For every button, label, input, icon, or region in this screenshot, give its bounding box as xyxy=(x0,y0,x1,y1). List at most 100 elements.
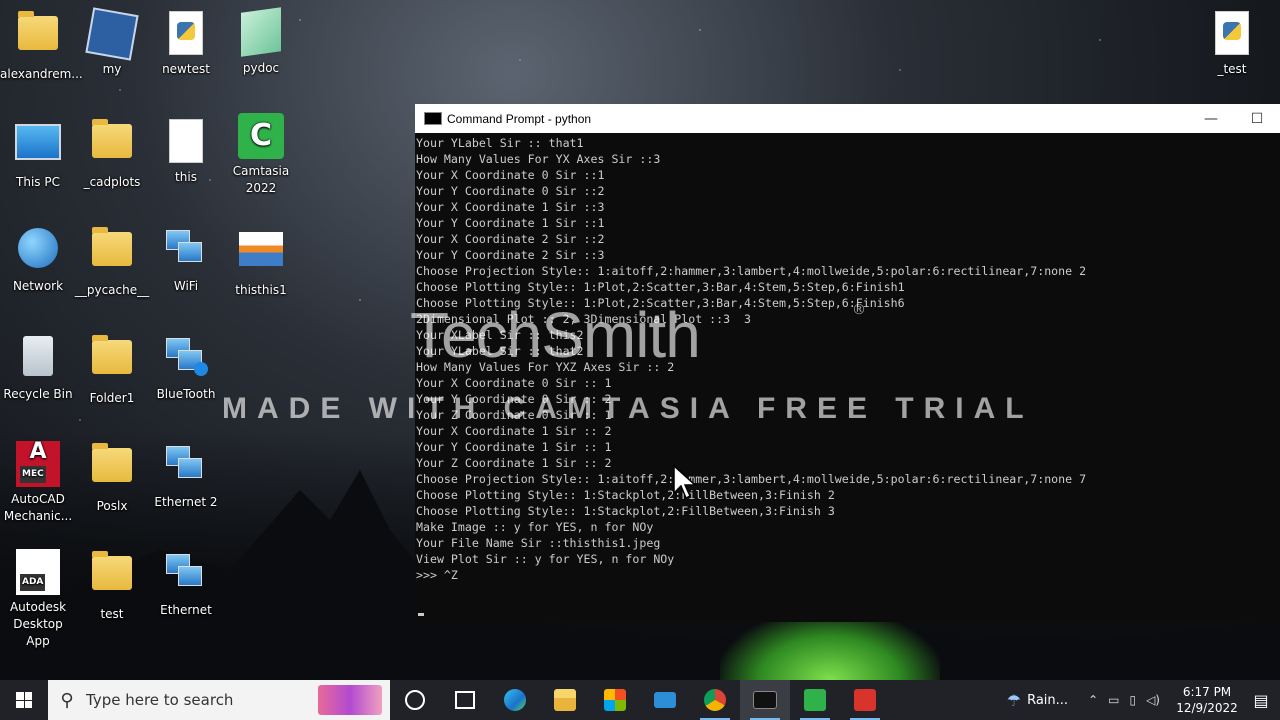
window-title-bar[interactable]: Command Prompt - python — ☐ xyxy=(415,104,1280,133)
desktop-icon-this[interactable]: this xyxy=(148,116,224,186)
desktop-icon-pycache[interactable]: __pycache__ xyxy=(74,224,150,299)
network-globe-icon xyxy=(18,228,58,268)
desktop-icon-cadplots[interactable]: _cadplots xyxy=(74,116,150,191)
autocad-icon: A MEC xyxy=(16,441,60,487)
taskbar-camtasia-recorder[interactable] xyxy=(840,680,890,720)
text-cursor xyxy=(418,613,424,616)
search-placeholder: Type here to search xyxy=(86,691,234,709)
desktop-icon-ethernet[interactable]: Ethernet xyxy=(148,548,224,619)
desktop-icon-label: _cadplots xyxy=(83,175,141,189)
desktop-icon-bluetooth[interactable]: BlueTooth xyxy=(148,332,224,403)
desktop-icon-recycle-bin[interactable]: Recycle Bin xyxy=(0,332,76,403)
network-ethernet-icon xyxy=(164,444,208,484)
volume-icon[interactable]: ◁) xyxy=(1146,693,1160,707)
desktop-icon-label: Recycle Bin xyxy=(3,387,73,401)
taskbar-command-prompt[interactable] xyxy=(740,680,790,720)
console-line: Choose Plotting Style:: 1:Stackplot,2:Fi… xyxy=(416,504,835,518)
console-line: How Many Values For YX Axes Sir ::3 xyxy=(416,152,661,166)
search-icon: ⚲ xyxy=(60,689,74,711)
console-line: Your Y Coordinate 2 Sir ::3 xyxy=(416,248,605,262)
wallpaper-tent-glow xyxy=(720,612,940,680)
recycle-bin-icon xyxy=(23,336,53,376)
computer-icon xyxy=(15,124,61,160)
taskbar-search-box[interactable]: ⚲ Type here to search xyxy=(48,680,390,720)
start-button[interactable] xyxy=(0,680,48,720)
network-wifi-icon xyxy=(164,228,208,268)
console-line: Make Image :: y for YES, n for NOy xyxy=(416,520,654,534)
desktop-icon-thisthis1[interactable]: thisthis1 xyxy=(223,224,299,299)
desktop-icon-label: __pycache__ xyxy=(74,283,150,297)
taskbar-chrome[interactable] xyxy=(690,680,740,720)
console-line: Your Y Coordinate 0 Sir ::2 xyxy=(416,184,605,198)
folder-icon xyxy=(92,227,132,266)
task-view-button[interactable] xyxy=(440,680,490,720)
taskbar-camtasia[interactable] xyxy=(790,680,840,720)
watermark-text: MADE WITH CAMTASIA FREE TRIAL xyxy=(222,392,1034,425)
task-view-icon xyxy=(455,691,475,709)
folder-icon xyxy=(92,443,132,482)
desktop-icon-label: AutoCAD Mechanic... xyxy=(3,492,73,523)
notification-center-icon[interactable]: ▤ xyxy=(1242,691,1280,710)
console-line: Your X Coordinate 0 Sir :: 1 xyxy=(416,376,612,390)
camtasia-recorder-icon xyxy=(854,689,876,711)
minimize-button[interactable]: — xyxy=(1188,111,1234,127)
taskbar-store[interactable] xyxy=(590,680,640,720)
folder-icon xyxy=(92,119,132,158)
desktop-icon-this-pc[interactable]: This PC xyxy=(0,116,76,191)
device-icon[interactable]: ▭ xyxy=(1108,693,1119,707)
desktop-icon-network[interactable]: Network xyxy=(0,224,76,295)
cmd-icon xyxy=(424,112,442,125)
desktop-icon-label: This PC xyxy=(16,175,60,189)
desktop-icon-autodesk-app[interactable]: ADA Autodesk Desktop App xyxy=(0,548,76,650)
desktop-icon-test-py[interactable]: _test xyxy=(1194,8,1270,78)
cortana-icon xyxy=(405,690,425,710)
notepad-icon xyxy=(241,7,281,57)
taskbar-clock[interactable]: 6:17 PM 12/9/2022 xyxy=(1172,684,1242,716)
desktop-icon-label: my xyxy=(102,62,122,76)
window-title: Command Prompt - python xyxy=(447,111,592,126)
desktop-icon-label: Autodesk Desktop App xyxy=(9,600,67,648)
windows-logo-icon xyxy=(16,692,32,708)
document-icon xyxy=(169,119,203,163)
weather-widget[interactable]: ☂ Rain... xyxy=(1007,691,1068,710)
python-file-icon xyxy=(1215,11,1249,55)
desktop-icon-my[interactable]: my xyxy=(74,7,150,78)
search-highlight-image xyxy=(318,685,382,715)
battery-icon[interactable]: ▯ xyxy=(1129,693,1136,707)
desktop-icon-folder1[interactable]: Folder1 xyxy=(74,332,150,407)
console-line: Your Y Coordinate 1 Sir ::1 xyxy=(416,216,605,230)
desktop-icon-poslx[interactable]: Poslx xyxy=(74,440,150,515)
desktop-icon-label: BlueTooth xyxy=(156,387,216,401)
console-line: Your X Coordinate 1 Sir ::3 xyxy=(416,200,605,214)
file-explorer-icon xyxy=(554,689,576,711)
desktop-icon-label: test xyxy=(100,607,124,621)
desktop-icon-label: Ethernet 2 xyxy=(154,495,218,509)
desktop-icon-label: Network xyxy=(12,279,64,293)
console-line: Your YLabel Sir :: that1 xyxy=(416,136,584,150)
desktop-icon-alexandrem[interactable]: alexandrem... xyxy=(0,8,83,83)
console-line: Choose Projection Style:: 1:aitoff,2:ham… xyxy=(416,472,1087,486)
desktop-icon-camtasia[interactable]: Camtasia 2022 xyxy=(223,112,299,197)
console-line: Choose Plotting Style:: 1:Stackplot,2:Fi… xyxy=(416,488,835,502)
chevron-up-icon[interactable]: ⌃ xyxy=(1088,693,1098,707)
taskbar-mail[interactable] xyxy=(640,680,690,720)
virtualbox-icon xyxy=(85,7,139,61)
taskbar-edge[interactable] xyxy=(490,680,540,720)
console-line: Choose Plotting Style:: 1:Plot,2:Scatter… xyxy=(416,280,905,294)
desktop-icon-autocad[interactable]: A MEC AutoCAD Mechanic... xyxy=(0,440,76,525)
desktop-icon-label: this xyxy=(175,170,197,184)
folder-icon xyxy=(92,551,132,590)
desktop-icon-test[interactable]: test xyxy=(74,548,150,623)
console-line: Your X Coordinate 0 Sir ::1 xyxy=(416,168,605,182)
console-line: Your X Coordinate 2 Sir ::2 xyxy=(416,232,605,246)
cortana-button[interactable] xyxy=(390,680,440,720)
desktop-icon-wifi[interactable]: WiFi xyxy=(148,224,224,295)
desktop-icon-pydoc[interactable]: pydoc xyxy=(223,7,299,77)
autodesk-app-icon: ADA xyxy=(16,549,60,595)
desktop-icon-ethernet-2[interactable]: Ethernet 2 xyxy=(148,440,224,511)
maximize-button[interactable]: ☐ xyxy=(1234,111,1280,127)
desktop-icon-newtest[interactable]: newtest xyxy=(148,8,224,78)
taskbar-file-explorer[interactable] xyxy=(540,680,590,720)
network-ethernet-icon xyxy=(164,552,208,592)
mail-icon xyxy=(654,692,676,708)
